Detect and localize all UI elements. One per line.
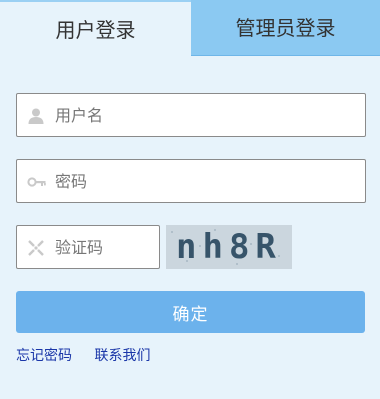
submit-button[interactable]: 确定 xyxy=(16,291,365,333)
captcha-input[interactable] xyxy=(55,226,151,268)
footer-links: 忘记密码 联系我们 xyxy=(16,345,168,365)
tab-admin-login[interactable]: 管理员登录 xyxy=(191,0,380,56)
forgot-password-link[interactable]: 忘记密码 xyxy=(16,348,72,364)
login-panel: 用户登录 管理员登录 用户名 验证码 nh8R 确定 忘记密码 联系我们 xyxy=(0,0,380,399)
captcha-field xyxy=(16,225,160,269)
username-input[interactable] xyxy=(55,94,355,136)
captcha-image[interactable]: nh8R xyxy=(166,225,292,269)
tab-user-login[interactable]: 用户登录 xyxy=(0,0,191,56)
password-input[interactable] xyxy=(55,160,355,202)
login-tabs: 用户登录 管理员登录 xyxy=(0,0,380,56)
password-field xyxy=(16,159,366,203)
contact-us-link[interactable]: 联系我们 xyxy=(94,348,150,364)
captcha-text: nh8R xyxy=(176,227,282,267)
username-field xyxy=(16,93,366,137)
captcha-icon xyxy=(27,239,45,257)
key-icon xyxy=(27,173,46,191)
user-icon xyxy=(27,107,45,125)
